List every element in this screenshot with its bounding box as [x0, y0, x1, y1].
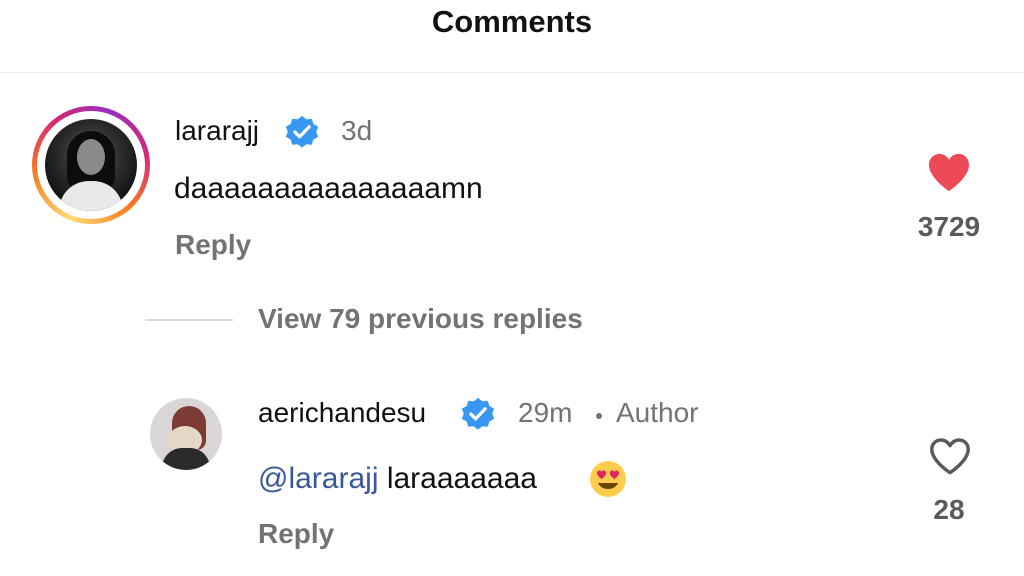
- avatar[interactable]: [32, 106, 150, 224]
- reply-text-body: laraaaaaaa: [386, 462, 537, 495]
- avatar-story-ring: [37, 111, 145, 219]
- comment-timestamp: 3d: [341, 115, 373, 146]
- heart-outline-icon[interactable]: [928, 436, 972, 476]
- heart-filled-icon[interactable]: [926, 151, 972, 193]
- heart-eyes-emoji-icon: [590, 461, 626, 497]
- comment-username[interactable]: lararajj: [175, 115, 259, 147]
- view-previous-replies-button[interactable]: View 79 previous replies: [258, 303, 583, 335]
- like-count: 28: [933, 494, 965, 525]
- reply-username[interactable]: aerichandesu: [258, 397, 426, 429]
- like-count: 3729: [917, 211, 981, 242]
- avatar[interactable]: [150, 398, 222, 470]
- reply-button[interactable]: Reply: [175, 229, 251, 261]
- author-label: Author: [616, 397, 699, 428]
- replies-divider: [145, 319, 233, 321]
- mention-link[interactable]: @lararajj: [258, 462, 378, 495]
- comment-text: daaaaaaaaaaaaaaamn: [174, 172, 483, 205]
- separator-dot: [596, 413, 602, 419]
- reply-timestamp: 29m: [518, 397, 573, 428]
- reply-button[interactable]: Reply: [258, 518, 334, 550]
- page-title: Comments: [431, 4, 593, 39]
- verified-badge-icon: [461, 397, 495, 430]
- reply-text: @lararajj laraaaaaaa: [258, 462, 537, 496]
- comments-header: Comments: [0, 0, 1024, 73]
- verified-badge-icon: [285, 115, 319, 148]
- avatar-photo: [45, 119, 137, 211]
